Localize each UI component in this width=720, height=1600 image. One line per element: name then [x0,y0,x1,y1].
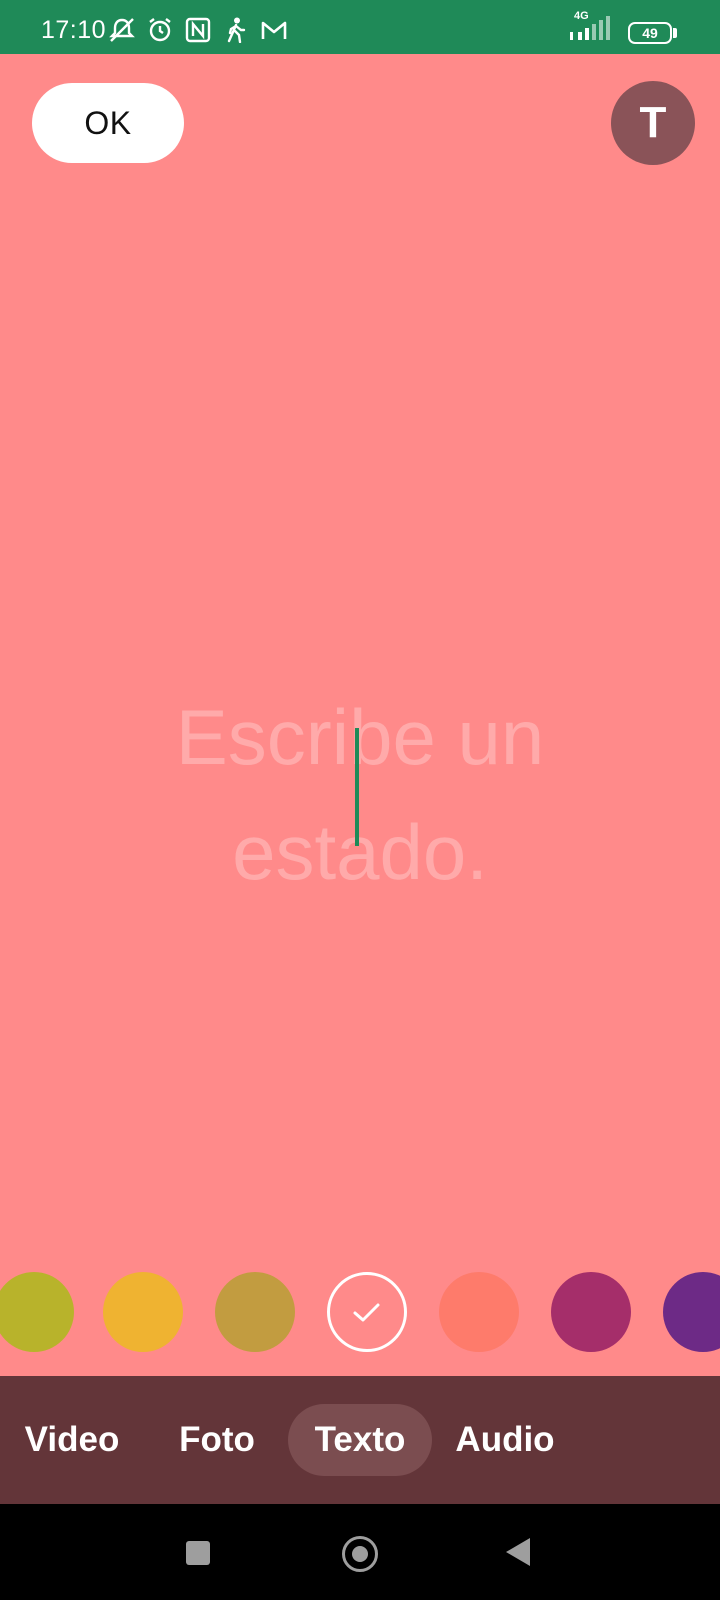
color-swatch-olive[interactable] [0,1272,74,1352]
nfc-icon [184,17,212,43]
battery-level: 49 [642,25,658,41]
status-bar: 17:10 4G 49 [0,0,720,54]
gmail-icon [260,17,288,43]
placeholder-line-2: estado. [232,808,488,896]
tab-foto[interactable]: Foto [170,1404,264,1476]
tab-audio[interactable]: Audio [450,1404,560,1476]
status-text-input[interactable]: Escribe un estado. [60,680,660,910]
color-swatch-selected[interactable] [327,1272,407,1352]
check-icon [353,1303,380,1322]
home-button[interactable] [342,1536,378,1572]
walking-icon [222,17,250,43]
color-swatch-magenta[interactable] [551,1272,631,1352]
battery-tip [673,28,677,38]
signal-icon [570,16,610,40]
back-button[interactable] [506,1538,530,1566]
mute-icon [108,17,136,43]
color-swatch-purple[interactable] [663,1272,720,1352]
home-icon [352,1546,368,1562]
color-swatch-coral[interactable] [439,1272,519,1352]
text-cursor [355,728,359,846]
status-time: 17:10 [41,16,107,44]
alarm-icon [146,17,174,43]
placeholder-line-1: Escribe un [175,693,545,781]
status-icons [108,17,288,43]
text-style-button[interactable]: T [611,81,695,165]
navigation-bar [0,1504,720,1600]
mode-bar: Video Foto Texto Audio [0,1376,720,1504]
color-swatch-mustard[interactable] [215,1272,295,1352]
tab-video[interactable]: Video [20,1404,124,1476]
tab-texto[interactable]: Texto [288,1404,432,1476]
recents-button[interactable] [186,1541,210,1565]
ok-button[interactable]: OK [32,83,184,163]
battery-icon: 49 [628,22,672,44]
color-swatch-yellow[interactable] [103,1272,183,1352]
